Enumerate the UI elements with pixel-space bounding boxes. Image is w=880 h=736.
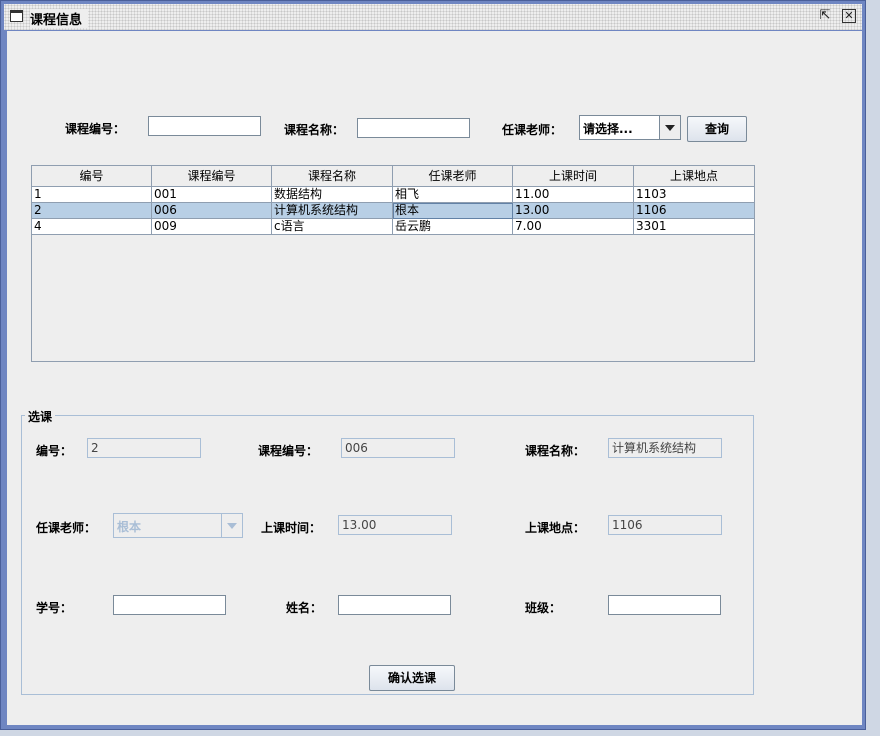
course-name-input[interactable] [357, 118, 470, 138]
student-no-label: 学号： [36, 601, 73, 615]
confirm-select-button[interactable]: 确认选课 [369, 665, 455, 691]
table-cell[interactable]: 相飞 [393, 187, 513, 203]
column-header[interactable]: 上课地点 [634, 166, 754, 187]
teacher-select-value: 请选择... [583, 122, 633, 136]
course-name-label: 课程名称： [284, 123, 345, 137]
student-no-input[interactable] [113, 595, 226, 615]
sel-teacher-select: 根本 [113, 513, 243, 538]
course-table[interactable]: 编号 课程编号 课程名称 任课老师 上课时间 上课地点 1 001 数据结构 相… [31, 165, 755, 362]
table-row[interactable]: 1 001 数据结构 相飞 11.00 1103 [32, 187, 754, 203]
window-icon [10, 10, 23, 22]
class-input[interactable] [608, 595, 721, 615]
chevron-down-icon [221, 514, 242, 537]
sel-teacher-value: 根本 [117, 520, 142, 534]
name-input[interactable] [338, 595, 451, 615]
table-cell[interactable]: 岳云鹏 [393, 219, 513, 235]
group-title: 选课 [25, 408, 56, 425]
query-button[interactable]: 查询 [687, 116, 747, 142]
table-header: 编号 课程编号 课程名称 任课老师 上课时间 上课地点 [32, 166, 754, 187]
title-bar[interactable]: 课程信息 ⇱ ✕ [4, 4, 862, 30]
place-label: 上课地点： [525, 521, 586, 535]
table-cell[interactable]: 1 [32, 187, 152, 203]
table-cell[interactable]: 006 [152, 203, 272, 219]
chevron-down-icon[interactable] [659, 116, 680, 139]
teacher-label: 任课老师： [502, 123, 563, 137]
id-field: 2 [87, 438, 201, 458]
table-cell[interactable]: 009 [152, 219, 272, 235]
table-cell[interactable]: c语言 [272, 219, 393, 235]
table-cell[interactable]: 11.00 [513, 187, 634, 203]
table-cell[interactable]: 1103 [634, 187, 754, 203]
course-no-label: 课程编号： [65, 122, 126, 136]
column-header[interactable]: 课程编号 [152, 166, 272, 187]
table-cell[interactable]: 7.00 [513, 219, 634, 235]
table-row-selected[interactable]: 2 006 计算机系统结构 根本 13.00 1106 [32, 203, 754, 219]
table-cell[interactable]: 001 [152, 187, 272, 203]
table-row[interactable]: 4 009 c语言 岳云鹏 7.00 3301 [32, 219, 754, 235]
table-cell[interactable]: 计算机系统结构 [272, 203, 393, 219]
sel-course-name-field: 计算机系统结构 [608, 438, 722, 458]
close-icon[interactable]: ✕ [842, 9, 856, 23]
sel-course-no-field: 006 [341, 438, 455, 458]
table-cell[interactable]: 4 [32, 219, 152, 235]
teacher-select[interactable]: 请选择... [579, 115, 681, 140]
table-cell[interactable]: 数据结构 [272, 187, 393, 203]
column-header[interactable]: 编号 [32, 166, 152, 187]
class-label: 班级： [525, 601, 562, 615]
restore-icon[interactable]: ⇱ [818, 9, 832, 23]
course-no-input[interactable] [148, 116, 261, 136]
window-title: 课程信息 [30, 9, 89, 28]
name-label: 姓名： [286, 601, 323, 615]
table-cell[interactable]: 2 [32, 203, 152, 219]
window-frame: 课程信息 ⇱ ✕ 课程编号： 课程名称： 任课老师： 请选择... 查询 编号 … [0, 0, 866, 730]
time-field: 13.00 [338, 515, 452, 535]
id-label: 编号： [36, 444, 73, 458]
place-field: 1106 [608, 515, 722, 535]
table-cell[interactable]: 1106 [634, 203, 754, 219]
sel-course-name-label: 课程名称： [525, 444, 586, 458]
sel-course-no-label: 课程编号： [258, 444, 319, 458]
column-header[interactable]: 课程名称 [272, 166, 393, 187]
table-cell-focused[interactable]: 根本 [393, 203, 513, 219]
column-header[interactable]: 上课时间 [513, 166, 634, 187]
column-header[interactable]: 任课老师 [393, 166, 513, 187]
content-pane: 课程编号： 课程名称： 任课老师： 请选择... 查询 编号 课程编号 课程名称… [7, 31, 862, 725]
time-label: 上课时间： [261, 521, 322, 535]
table-cell[interactable]: 3301 [634, 219, 754, 235]
sel-teacher-label: 任课老师： [36, 521, 97, 535]
table-cell[interactable]: 13.00 [513, 203, 634, 219]
